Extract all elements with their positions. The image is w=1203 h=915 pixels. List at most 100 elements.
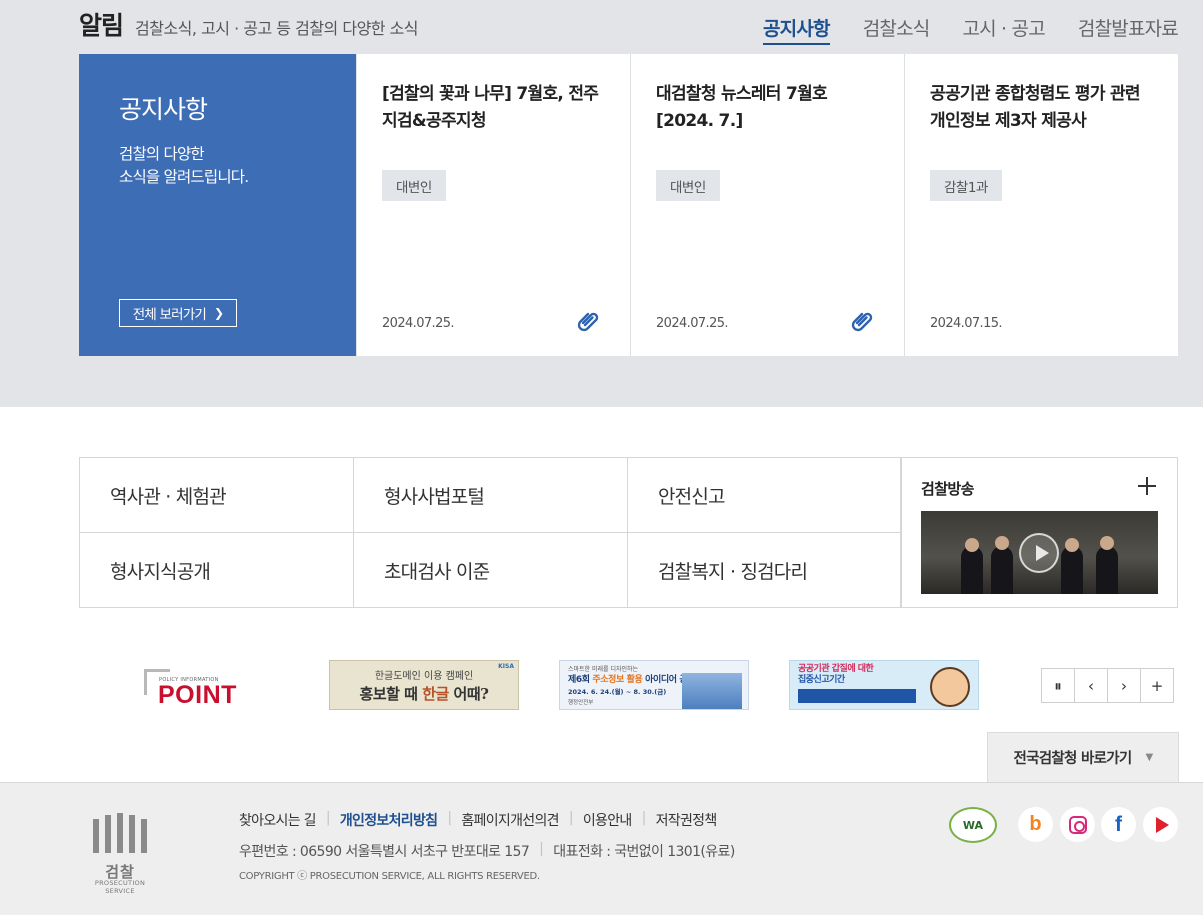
footer-postal-address: 우편번호 : 06590 서울특별시 서초구 반포대로 157: [239, 844, 530, 860]
footer: 검찰 PROSECUTION SERVICE 찾아오시는 길 | 개인정보처리방…: [0, 782, 1203, 915]
banner-gapjil-report[interactable]: 공공기관 갑질에 대한 집중신고기간: [789, 660, 979, 710]
pause-button[interactable]: ⏸: [1041, 668, 1075, 703]
attachment-clip-icon: [577, 312, 599, 332]
notice-card-date: 2024.07.25.: [656, 316, 729, 331]
footer-logo-english: PROSECUTION SERVICE: [94, 879, 146, 895]
notice-card-department-tag: 대변인: [656, 170, 720, 201]
contest-main-orange: 주소정보 활용: [592, 675, 643, 685]
notice-intro-panel: 공지사항 검찰의 다양한 소식을 알려드립니다. 전체 보러가기 ❯: [79, 54, 356, 356]
thumbnail-person: [1096, 546, 1118, 594]
hangul-main-a: 홍보할 때: [359, 685, 423, 703]
web-accessibility-badge-icon[interactable]: WA: [949, 807, 997, 843]
report-character-illustration: [930, 667, 970, 707]
footer-link-directions[interactable]: 찾아오시는 길: [239, 810, 317, 830]
notice-intro-desc-line1: 검찰의 다양한: [119, 145, 205, 163]
nationwide-offices-label: 전국검찰청 바로가기: [1013, 751, 1132, 767]
thumbnail-person-head: [1100, 536, 1114, 550]
footer-links: 찾아오시는 길 | 개인정보처리방침 | 홈페이지개선의견 | 이용안내 | 저…: [239, 810, 717, 830]
triangle-down-icon: ▼: [1145, 752, 1154, 763]
footer-copyright: COPYRIGHT ⓒ PROSECUTION SERVICE, ALL RIG…: [239, 871, 540, 882]
notice-card-date: 2024.07.15.: [930, 316, 1003, 331]
banner-hangul-domain[interactable]: KISA 한글도메인 이용 캠페인 홍보할 때 한글 어때?: [329, 660, 519, 710]
facebook-icon[interactable]: f: [1101, 807, 1136, 842]
notice-intro-desc-line2: 소식을 알려드립니다.: [119, 168, 249, 186]
notice-description: 검찰소식, 고시 · 공고 등 검찰의 다양한 소식: [135, 19, 419, 38]
notice-intro-title: 공지사항: [119, 95, 208, 124]
banner-controls: ⏸ ‹ › +: [1041, 668, 1174, 703]
quick-link-safety-report[interactable]: 안전신고: [628, 458, 902, 533]
footer-link-copyright-policy[interactable]: 저작권정책: [656, 810, 718, 830]
notice-card-title: 공공기관 종합청렴도 평가 관련 개인정보 제3자 제공사: [930, 84, 1141, 131]
prosecution-emblem-icon: [93, 813, 147, 853]
banner-address-contest[interactable]: 스마트한 미래를 디자인하는 제6회 주소정보 활용 아이디어 공모전 2024…: [559, 660, 749, 710]
quick-link-criminal-justice-portal[interactable]: 형사사법포털: [354, 458, 628, 533]
quick-link-welfare[interactable]: 검찰복지 · 징검다리: [628, 533, 902, 608]
report-line2: 집중신고기간: [798, 675, 845, 685]
footer-separator: |: [325, 810, 331, 826]
play-icon[interactable]: [1019, 533, 1059, 573]
footer-link-site-feedback[interactable]: 홈페이지개선의견: [461, 810, 559, 830]
footer-separator: |: [539, 841, 544, 857]
report-banner-text: 공공기관 갑질에 대한 집중신고기간: [798, 664, 874, 686]
contest-main-a: 제6회: [568, 675, 593, 685]
footer-link-privacy-policy[interactable]: 개인정보처리방침: [340, 810, 438, 830]
more-banners-button[interactable]: +: [1140, 668, 1174, 703]
thumbnail-person: [1061, 546, 1083, 594]
next-button[interactable]: ›: [1107, 668, 1141, 703]
contest-ministry-logo: 행정안전부: [568, 700, 594, 706]
broadcast-panel: 검찰방송: [900, 457, 1178, 608]
plus-icon[interactable]: [1137, 476, 1157, 496]
tab-prosecution-news[interactable]: 검찰소식: [863, 14, 931, 45]
broadcast-title: 검찰방송: [921, 480, 974, 498]
hangul-banner-main: 홍보할 때 한글 어때?: [330, 683, 518, 704]
thumbnail-person-head: [995, 536, 1009, 550]
tab-announcements[interactable]: 고시 · 공고: [962, 14, 1045, 45]
quick-link-criminal-knowledge[interactable]: 형사지식공개: [80, 533, 354, 608]
tab-notice[interactable]: 공지사항: [762, 14, 831, 45]
tab-press-releases[interactable]: 검찰발표자료: [1078, 14, 1179, 45]
point-word: POINT: [158, 681, 237, 709]
notice-card-department-tag: 대변인: [382, 170, 446, 201]
prev-button[interactable]: ‹: [1074, 668, 1108, 703]
notice-header: 알림 검찰소식, 고시 · 공고 등 검찰의 다양한 소식: [79, 6, 419, 42]
report-line1: 공공기관 갑질에 대한: [798, 664, 874, 674]
thumbnail-person-head: [965, 538, 979, 552]
thumbnail-person-head: [1065, 538, 1079, 552]
policy-point-logo: POLICY INFORMATION POINT: [144, 665, 244, 709]
banner-carousel: POLICY INFORMATION POINT KISA 한글도메인 이용 캠…: [99, 660, 999, 710]
report-info-strip: [798, 689, 916, 703]
thumbnail-person: [991, 546, 1013, 594]
footer-separator: |: [447, 810, 452, 826]
view-all-button[interactable]: 전체 보러가기 ❯: [119, 299, 237, 327]
nationwide-offices-dropdown[interactable]: 전국검찰청 바로가기 ▼: [987, 732, 1179, 782]
banner-policy-point[interactable]: POLICY INFORMATION POINT: [99, 660, 289, 710]
notice-card[interactable]: [검찰의 꽃과 나무] 7월호, 전주지검&공주지청 대변인 2024.07.2…: [356, 54, 630, 356]
hangul-main-accent: 한글: [422, 685, 449, 703]
quick-link-first-prosecutor-lee-jun[interactable]: 초대검사 이준: [354, 533, 628, 608]
attachment-clip-icon: [851, 312, 873, 332]
notice-card-title: 대검찰청 뉴스레터 7월호 [2024. 7.]: [656, 84, 828, 131]
chevron-right-icon: ❯: [213, 306, 224, 320]
notice-card-list: 공지사항 검찰의 다양한 소식을 알려드립니다. 전체 보러가기 ❯ [검찰의 …: [79, 54, 1178, 356]
notice-intro-description: 검찰의 다양한 소식을 알려드립니다.: [119, 143, 319, 189]
youtube-icon[interactable]: [1143, 807, 1178, 842]
instagram-icon[interactable]: [1060, 807, 1095, 842]
notice-title: 알림: [79, 11, 124, 40]
hangul-main-b: 어때?: [448, 685, 489, 703]
view-all-label: 전체 보러가기: [132, 307, 207, 323]
notice-section: 알림 검찰소식, 고시 · 공고 등 검찰의 다양한 소식 공지사항 검찰소식 …: [0, 0, 1203, 407]
notice-card[interactable]: 대검찰청 뉴스레터 7월호 [2024. 7.] 대변인 2024.07.25.: [630, 54, 904, 356]
quick-link-grid: 역사관 · 체험관 형사사법포털 안전신고 형사지식공개 초대검사 이준 검찰복…: [79, 457, 902, 608]
contest-building-illustration: [682, 673, 742, 709]
notice-card[interactable]: 공공기관 종합청렴도 평가 관련 개인정보 제3자 제공사 감찰1과 2024.…: [904, 54, 1178, 356]
notice-card-department-tag: 감찰1과: [930, 170, 1002, 201]
footer-logo: 검찰 PROSECUTION SERVICE: [79, 813, 161, 895]
footer-separator: |: [568, 810, 574, 826]
broadcast-video-thumbnail[interactable]: [921, 511, 1158, 594]
blog-icon[interactable]: b: [1018, 807, 1053, 842]
footer-address: 우편번호 : 06590 서울특별시 서초구 반포대로 157 | 대표전화 :…: [239, 841, 735, 861]
footer-phone: 대표전화 : 국번없이 1301(유료): [553, 844, 735, 860]
footer-link-usage-guide[interactable]: 이용안내: [583, 810, 632, 830]
quick-link-history-hall[interactable]: 역사관 · 체험관: [80, 458, 354, 533]
thumbnail-person: [961, 546, 983, 594]
